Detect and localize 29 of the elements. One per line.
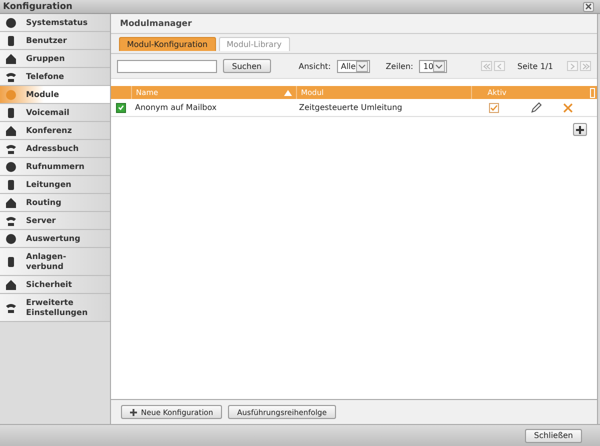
sidebar-item[interactable]: Telefone [0,68,110,86]
sidebar-item[interactable]: Routing [0,194,110,212]
rows-label: Zeilen: [386,62,414,70]
tab[interactable]: Modul-Konfiguration [119,37,216,51]
table-cell-text: Zeitgesteuerte Umleitung [298,103,404,112]
search-button[interactable]: Suchen [223,59,271,73]
tab[interactable]: Modul-Library [218,37,290,51]
sidebar-item[interactable]: Gruppen [0,50,110,68]
page-indicator: Seite 1/1 [517,62,554,70]
sidebar-item[interactable]: Server [0,212,110,230]
sidebar-item[interactable]: Adressbuch [0,140,110,158]
sidebar-item[interactable]: Leitungen [0,176,110,194]
sidebar-item[interactable]: Voicemail [0,104,110,122]
rows-dropdown[interactable]: 10 [419,60,448,72]
sidebar-item[interactable]: Systemstatus [0,14,110,32]
sidebar-item[interactable]: Erweiterte Einstellungen [0,294,110,322]
sidebar-item[interactable]: Auswertung [0,230,110,248]
view-label: Ansicht: [298,62,331,70]
sidebar-item[interactable]: Benutzer [0,32,110,50]
sidebar-item[interactable]: Anlagen- verbund [0,248,110,276]
close-button[interactable]: Schließen [525,428,582,442]
window-title: Konfiguration [3,2,72,12]
view-dropdown[interactable]: Alle [336,60,370,72]
panel-title: Modulmanager [120,18,192,28]
table-cell-text: Anonym auf Mailbox [134,103,218,112]
sidebar-item[interactable]: Rufnummern [0,158,110,176]
sidebar-item[interactable]: Sicherheit [0,276,110,294]
sidebar-item[interactable]: Module [0,86,110,104]
sidebar-item[interactable]: Konferenz [0,122,110,140]
